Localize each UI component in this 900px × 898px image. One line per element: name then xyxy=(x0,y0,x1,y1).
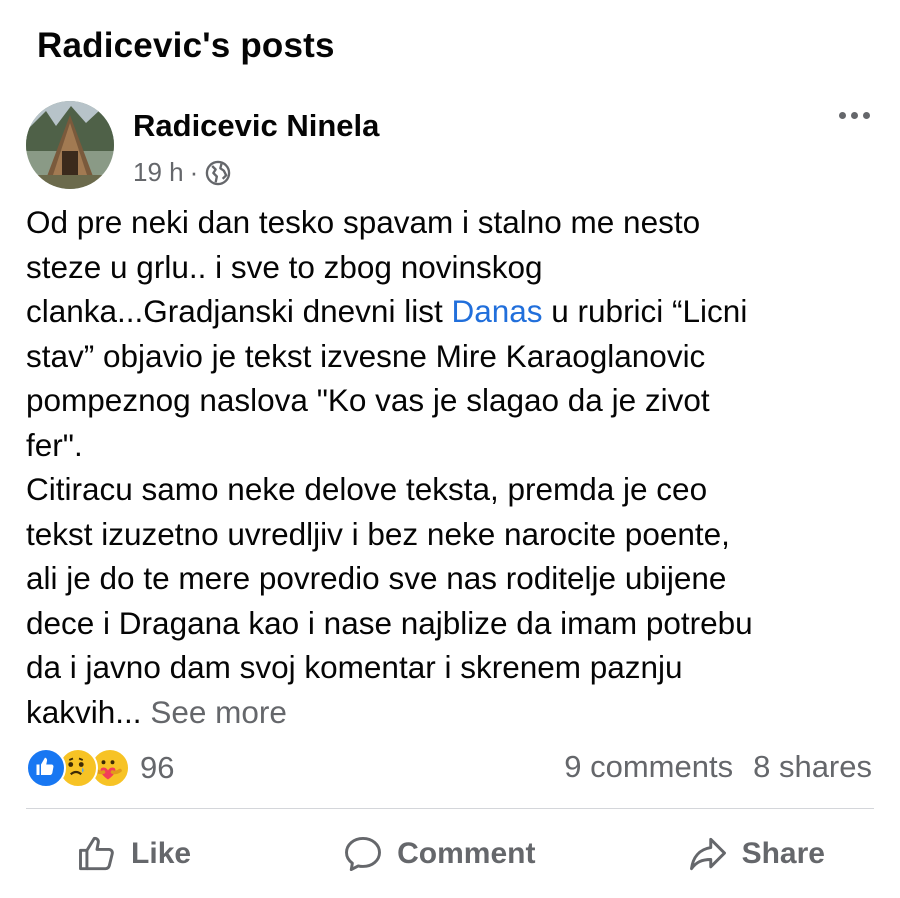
post-time[interactable]: 19 h xyxy=(133,157,184,188)
page-title: Radicevic's posts xyxy=(37,26,335,65)
post-text-line: clanka...Gradjanski dnevni list Danas u … xyxy=(26,293,748,329)
post-text-line: fer". xyxy=(26,426,83,463)
post-text-line: steze u grlu.. i sve to zbog novinskog xyxy=(26,248,543,285)
meta-separator: · xyxy=(189,157,199,187)
globe-icon xyxy=(206,160,231,185)
post-meta: 19 h · xyxy=(133,157,232,188)
post-actions: Like Comment Share xyxy=(0,826,900,882)
post-text-line: ali je do te mere povredio sve nas rodit… xyxy=(26,560,727,596)
more-horizontal-icon xyxy=(839,112,846,119)
post-text-line: dece i Dragana kao i nase najblize da im… xyxy=(26,604,753,641)
thumbs-up-icon xyxy=(79,836,114,871)
post-text-line: Od pre neki dan tesko spavam i stalno me… xyxy=(26,204,701,240)
post-text-line: da i javno dam svoj komentar i skrenem p… xyxy=(26,649,683,685)
post-text-line: tekst izuzetno uvredljiv i bez neke naro… xyxy=(26,515,730,552)
like-label: Like xyxy=(131,837,192,870)
engagement-stats: 9 comments 8 shares xyxy=(564,749,872,785)
post-body: Od pre neki dan tesko spavam i stalno me… xyxy=(26,200,886,734)
comment-label: Comment xyxy=(397,837,536,870)
post-text-line: Citiracu samo neke delove teksta, premda… xyxy=(26,471,708,507)
avatar[interactable] xyxy=(26,101,114,189)
reaction-count: 96 xyxy=(140,750,175,785)
post-text-line: stav” objavio je tekst izvesne Mire Kara… xyxy=(26,337,706,374)
avatar-image xyxy=(26,101,114,189)
divider xyxy=(26,808,874,809)
shares-count[interactable]: 8 shares xyxy=(753,749,872,785)
share-button[interactable]: Share xyxy=(686,832,825,876)
more-options-button[interactable] xyxy=(839,112,870,119)
post-text-line: kakvih... See more xyxy=(26,693,287,730)
like-icon xyxy=(26,748,66,788)
reactions-summary[interactable]: 96 xyxy=(26,748,174,788)
author-name[interactable]: Radicevic Ninela xyxy=(133,108,379,144)
comments-count[interactable]: 9 comments xyxy=(564,749,733,785)
post-text-line: pompeznog naslova "Ko vas je slagao da j… xyxy=(26,382,710,418)
share-icon xyxy=(689,837,726,871)
comment-button[interactable]: Comment xyxy=(341,832,535,876)
share-label: Share xyxy=(741,837,825,870)
see-more-link[interactable]: See more xyxy=(150,694,287,730)
danas-link[interactable]: Danas xyxy=(451,293,542,329)
comment-icon xyxy=(345,836,382,872)
like-button[interactable]: Like xyxy=(75,832,191,876)
